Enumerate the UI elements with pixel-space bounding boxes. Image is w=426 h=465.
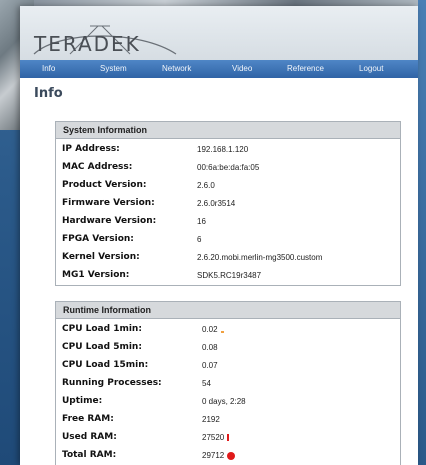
row-label: Running Processes: (62, 378, 162, 388)
row-value: 0.07 (202, 361, 218, 370)
nav-item-network[interactable]: Network (162, 64, 191, 73)
info-row: Hardware Version: 16 (56, 213, 400, 231)
info-row: CPU Load 15min: 0.07 (56, 357, 400, 375)
row-label: MG1 Version: (62, 270, 130, 280)
row-label: FPGA Version: (62, 234, 134, 244)
logo-text: TERADEK (34, 32, 141, 56)
row-label: Free RAM: (62, 414, 114, 424)
panel-heading: System Information (56, 122, 400, 139)
window-edge (418, 0, 426, 465)
row-label: CPU Load 1min: (62, 324, 142, 334)
row-label: Used RAM: (62, 432, 117, 442)
panel-heading: Runtime Information (56, 302, 400, 319)
row-value: 192.168.1.120 (197, 145, 249, 154)
info-row: Used RAM: 27520 (56, 429, 400, 447)
runtime-information-panel: Runtime Information CPU Load 1min: 0.02 C… (55, 301, 401, 465)
row-label: Firmware Version: (62, 198, 155, 208)
row-value: 0 days, 2:28 (202, 397, 246, 406)
row-label: MAC Address: (62, 162, 133, 172)
row-value: 2.6.0 (197, 181, 215, 190)
info-row: Product Version: 2.6.0 (56, 177, 400, 195)
row-label: Uptime: (62, 396, 103, 406)
info-row: Uptime: 0 days, 2:28 (56, 393, 400, 411)
nav-item-reference[interactable]: Reference (287, 64, 324, 73)
row-label: Kernel Version: (62, 252, 140, 262)
row-value: 2.6.20.mobi.merlin-mg3500.custom (197, 253, 323, 262)
row-value: 0.08 (202, 343, 218, 352)
nav-item-video[interactable]: Video (232, 64, 252, 73)
row-value: 2192 (202, 415, 220, 424)
page-title: Info (34, 86, 63, 101)
info-row: CPU Load 1min: 0.02 (56, 321, 400, 339)
browser-page: TERADEK Info System Network Video Refere… (20, 6, 418, 465)
info-row: MAC Address: 00:6a:be:da:fa:05 (56, 159, 400, 177)
row-value: 0.02 (202, 325, 218, 334)
row-label: Hardware Version: (62, 216, 157, 226)
row-label: IP Address: (62, 144, 120, 154)
cpu-load-indicator-icon (220, 331, 224, 334)
row-value: 27520 (202, 433, 225, 442)
row-value: SDK5.RC19r3487 (197, 271, 262, 280)
info-row: FPGA Version: 6 (56, 231, 400, 249)
row-label: Total RAM: (62, 450, 117, 460)
info-row: IP Address: 192.168.1.120 (56, 141, 400, 159)
system-information-panel: System Information IP Address: 192.168.1.… (55, 121, 401, 286)
info-row: Running Processes: 54 (56, 375, 400, 393)
nav-item-logout[interactable]: Logout (359, 64, 383, 73)
row-value: 6 (197, 235, 202, 244)
nav-item-system[interactable]: System (100, 64, 127, 73)
used-ram-bar-icon (227, 434, 230, 442)
info-row: MG1 Version: SDK5.RC19r3487 (56, 267, 400, 285)
row-label: Product Version: (62, 180, 147, 190)
info-row: CPU Load 5min: 0.08 (56, 339, 400, 357)
nav-bar: Info System Network Video Reference Logo… (20, 60, 418, 78)
row-value: 29712 (202, 451, 225, 460)
row-value: 16 (197, 217, 206, 226)
row-label: CPU Load 5min: (62, 342, 142, 352)
row-value: 2.6.0r3514 (197, 199, 236, 208)
info-row: Total RAM: 29712 (56, 447, 400, 465)
info-row: Free RAM: 2192 (56, 411, 400, 429)
header-banner: TERADEK (20, 6, 418, 60)
row-value: 54 (202, 379, 211, 388)
info-row: Kernel Version: 2.6.20.mobi.merlin-mg3500… (56, 249, 400, 267)
info-row: Firmware Version: 2.6.0r3514 (56, 195, 400, 213)
row-label: CPU Load 15min: (62, 360, 149, 370)
total-ram-dot-icon (227, 451, 236, 460)
nav-item-info[interactable]: Info (42, 64, 55, 73)
row-value: 00:6a:be:da:fa:05 (197, 163, 260, 172)
